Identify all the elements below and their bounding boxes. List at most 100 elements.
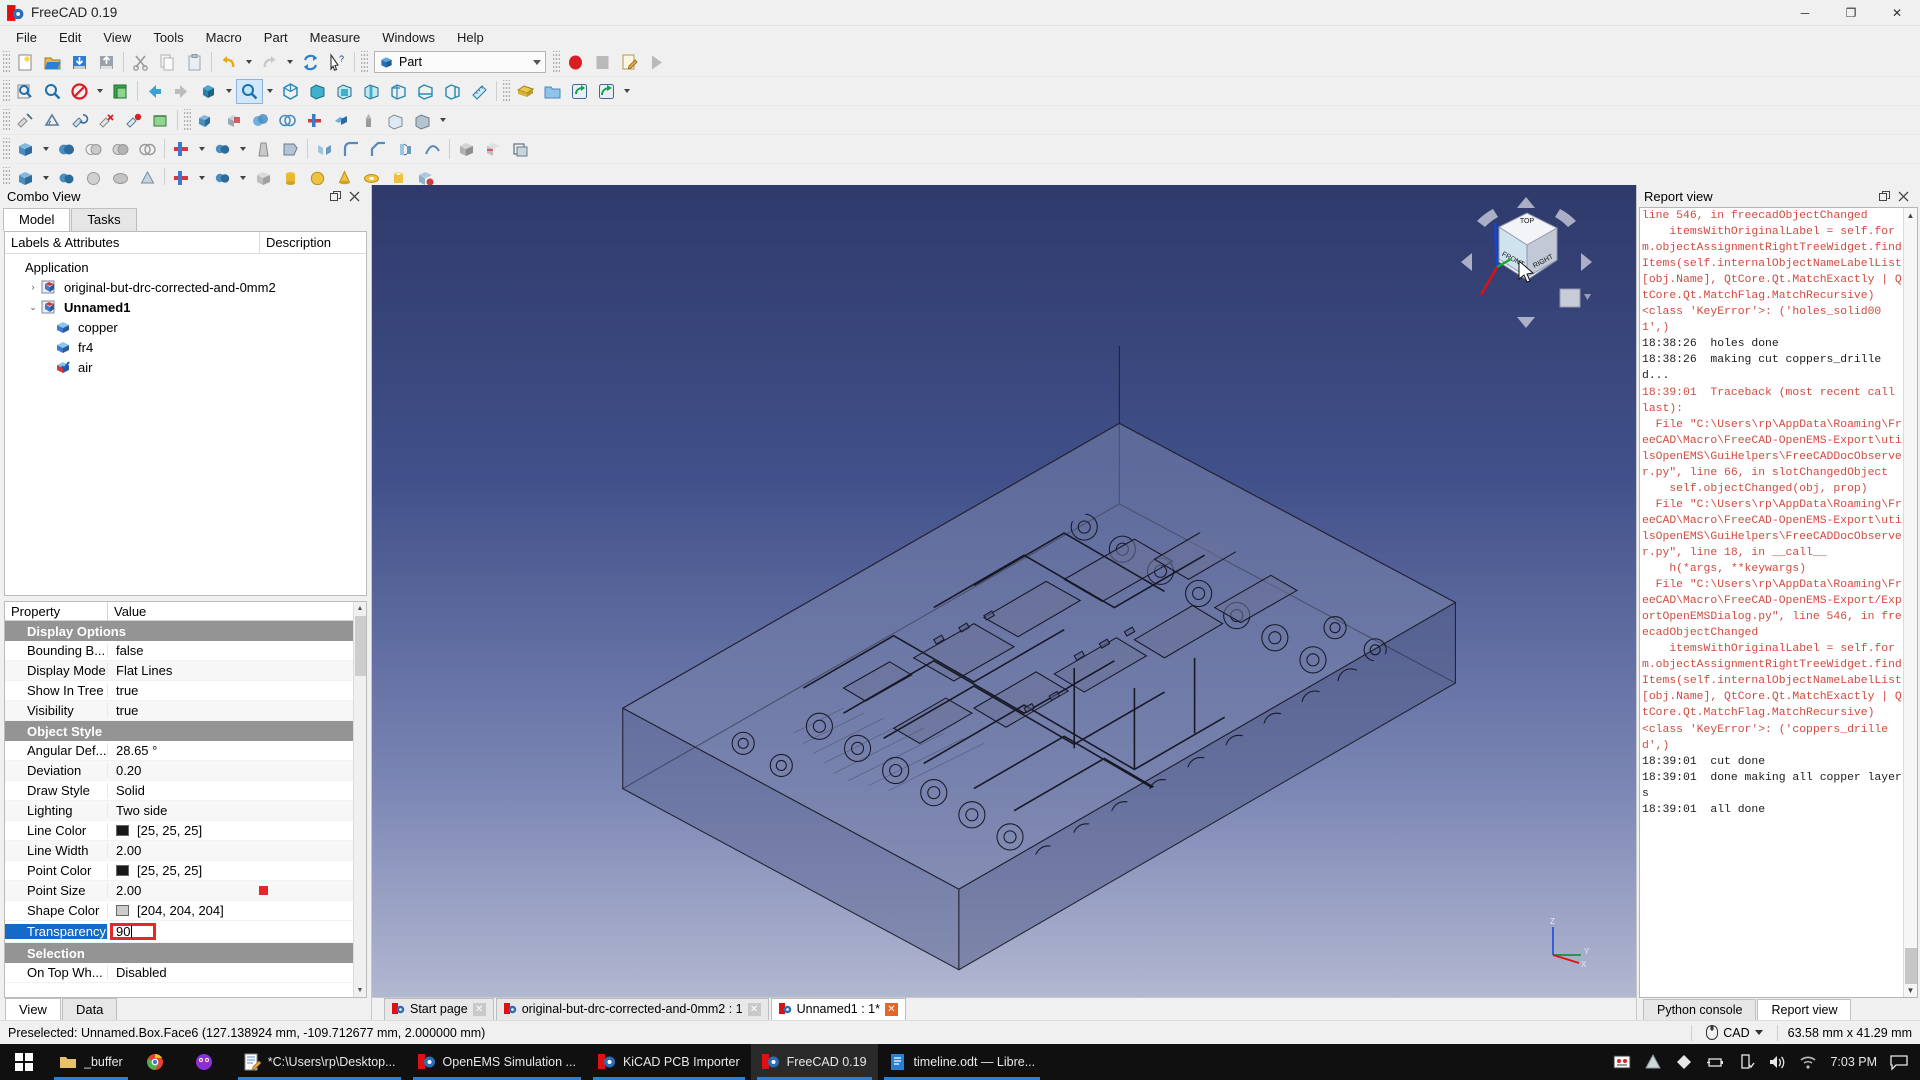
macro-execute-icon[interactable] — [643, 50, 670, 75]
attachment-icon[interactable] — [355, 108, 382, 133]
paste-icon[interactable] — [181, 50, 208, 75]
scroll-thumb[interactable] — [1905, 948, 1917, 984]
scroll-down-icon[interactable]: ▼ — [1904, 983, 1917, 997]
draw-style-icon[interactable] — [66, 79, 93, 104]
measure-linear-icon[interactable] — [12, 108, 39, 133]
redo-icon[interactable] — [256, 50, 283, 75]
scroll-thumb[interactable] — [355, 616, 366, 676]
property-row-display-mode[interactable]: Display Mode Flat Lines — [5, 661, 366, 681]
macro-edit-icon[interactable] — [616, 50, 643, 75]
right-view-icon[interactable] — [358, 79, 385, 104]
property-group-object-style[interactable]: Object Style — [5, 721, 366, 741]
windows-start-icon[interactable] — [0, 1044, 48, 1080]
chamfer-icon[interactable] — [365, 137, 392, 162]
primitives-dropdown-icon[interactable] — [43, 147, 49, 151]
bottom-view-icon[interactable] — [412, 79, 439, 104]
navigation-cube[interactable]: TOP FRONT RIGHT — [1459, 195, 1594, 330]
menu-help[interactable]: Help — [446, 28, 495, 47]
property-value[interactable]: Two side — [108, 803, 366, 818]
tree-item-fr4[interactable]: fr4 — [9, 337, 366, 357]
color-swatch[interactable] — [116, 825, 129, 836]
offset3d-icon[interactable] — [507, 137, 534, 162]
toolbar-grip[interactable] — [3, 51, 10, 73]
zoom-box-icon[interactable] — [236, 78, 263, 104]
property-row-visibility[interactable]: Visibility true — [5, 701, 366, 721]
property-column-name[interactable]: Property — [5, 602, 108, 620]
axonometric-icon[interactable] — [195, 79, 222, 104]
measure-icon[interactable] — [466, 79, 493, 104]
property-group-display-options[interactable]: Display Options — [5, 621, 366, 641]
report-scrollbar[interactable]: ▲ ▼ — [1903, 208, 1917, 997]
tab-model[interactable]: Model — [3, 208, 71, 231]
link-dropdown-icon[interactable] — [624, 89, 630, 93]
menu-edit[interactable]: Edit — [48, 28, 92, 47]
whats-this-icon[interactable]: ? — [324, 50, 351, 75]
menu-measure[interactable]: Measure — [299, 28, 372, 47]
toolbar-grip[interactable] — [3, 80, 10, 102]
split-icon[interactable] — [328, 108, 355, 133]
macro-stop-icon[interactable] — [589, 50, 616, 75]
menu-view[interactable]: View — [92, 28, 142, 47]
property-row-lighting[interactable]: Lighting Two side — [5, 801, 366, 821]
draw-style-dropdown-icon[interactable] — [97, 89, 103, 93]
copy-icon[interactable] — [154, 50, 181, 75]
fit-selection-icon[interactable] — [39, 79, 66, 104]
scroll-up-icon[interactable]: ▲ — [354, 602, 366, 615]
tab-view[interactable]: View — [5, 998, 61, 1020]
close-icon[interactable] — [348, 190, 361, 203]
redo-dropdown-icon[interactable] — [287, 60, 293, 64]
front-view-icon[interactable] — [304, 79, 331, 104]
menu-windows[interactable]: Windows — [371, 28, 446, 47]
color-swatch[interactable] — [116, 905, 129, 916]
chevron-down-icon[interactable] — [533, 59, 541, 65]
property-row-deviation[interactable]: Deviation 0.20 — [5, 761, 366, 781]
join-walled-icon[interactable] — [168, 137, 195, 162]
menu-macro[interactable]: Macro — [195, 28, 253, 47]
compound-icon[interactable] — [193, 108, 220, 133]
taskbar-item-buffer[interactable]: _buffer — [48, 1044, 134, 1080]
tree-column-description[interactable]: Description — [260, 232, 337, 253]
measure-clear-icon[interactable] — [93, 108, 120, 133]
taskbar-item-freecad[interactable]: FreeCAD 0.19 — [750, 1044, 878, 1080]
taskbar-item-openems-simulation[interactable]: OpenEMS Simulation ... — [407, 1044, 587, 1080]
intersection-icon[interactable] — [274, 108, 301, 133]
compound-dropdown-icon[interactable] — [43, 176, 49, 180]
undo-dropdown-icon[interactable] — [246, 60, 252, 64]
union-icon[interactable] — [247, 108, 274, 133]
taskbar-item-chrome[interactable] — [134, 1044, 183, 1080]
part-dropdown-icon[interactable] — [440, 118, 446, 122]
property-value[interactable]: true — [108, 683, 366, 698]
refresh-icon[interactable] — [297, 50, 324, 75]
doc-tab-close-icon[interactable]: ✕ — [472, 1002, 486, 1016]
boolean-section-icon[interactable] — [134, 137, 161, 162]
toolbar-grip[interactable] — [361, 51, 368, 73]
property-row-point-size[interactable]: Point Size 2.00 — [5, 881, 366, 901]
property-value[interactable]: 0.20 — [108, 763, 366, 778]
new-document-icon[interactable] — [12, 50, 39, 75]
close-button[interactable]: ✕ — [1874, 0, 1920, 26]
property-value[interactable]: false — [108, 643, 366, 658]
boolean-cut2-icon[interactable] — [80, 137, 107, 162]
chevron-down-icon[interactable]: ⌄ — [25, 302, 41, 313]
tab-tasks[interactable]: Tasks — [71, 208, 137, 231]
property-value[interactable]: 28.65 ° — [108, 743, 366, 758]
chevron-right-icon[interactable]: › — [25, 282, 41, 292]
cross-sections-icon[interactable] — [480, 137, 507, 162]
taskbar-item-libreoffice-writer[interactable]: timeline.odt — Libre... — [878, 1044, 1047, 1080]
shape-builder-icon[interactable] — [409, 108, 436, 133]
transparency-input[interactable]: 90 — [110, 923, 156, 940]
property-value[interactable]: Solid — [108, 783, 366, 798]
revolve-icon[interactable] — [277, 137, 304, 162]
property-value[interactable]: Disabled — [108, 965, 366, 980]
create-part-icon[interactable] — [512, 79, 539, 104]
taskbar-item-notepad[interactable]: *C:\Users\rp\Desktop... — [232, 1044, 407, 1080]
maximize-button[interactable]: ❐ — [1828, 0, 1874, 26]
scroll-up-icon[interactable]: ▲ — [1904, 208, 1917, 222]
doc-tab-close-icon[interactable]: ✕ — [885, 1002, 898, 1016]
split-boolean-icon[interactable] — [209, 137, 236, 162]
boolean-common-icon[interactable] — [107, 137, 134, 162]
tab-report-view[interactable]: Report view — [1757, 999, 1852, 1020]
rear-view-icon[interactable] — [385, 79, 412, 104]
property-row-line-width[interactable]: Line Width 2.00 — [5, 841, 366, 861]
toolbar-grip[interactable] — [184, 109, 191, 131]
